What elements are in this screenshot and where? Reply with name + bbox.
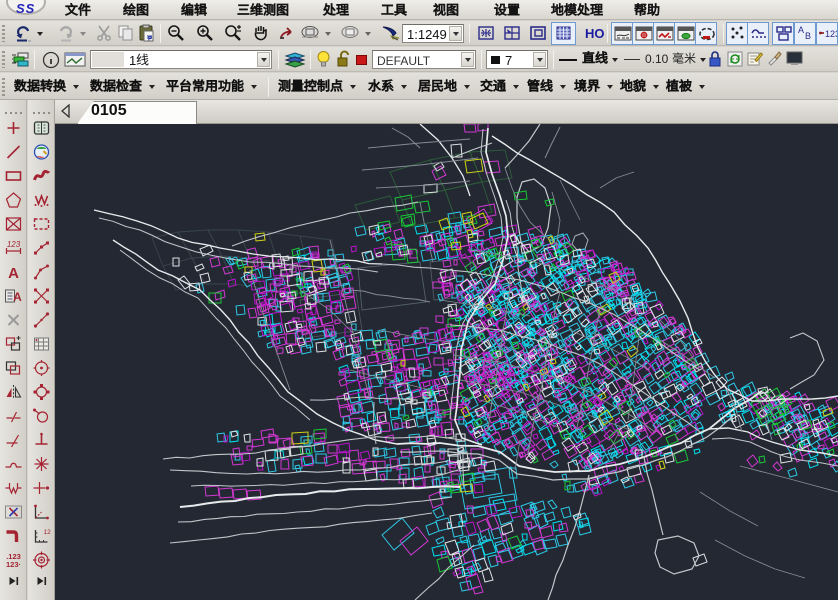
svg-text:12: 12 (44, 529, 52, 536)
svg-text:123: 123 (825, 29, 837, 39)
svg-text:P: P (148, 37, 152, 43)
svg-text:123·: 123· (6, 560, 21, 569)
svg-text:A: A (13, 290, 22, 304)
svg-text:123: 123 (7, 240, 21, 249)
svg-text:A: A (8, 265, 19, 282)
svg-text:A: A (798, 25, 804, 35)
svg-text:B: B (805, 31, 811, 41)
